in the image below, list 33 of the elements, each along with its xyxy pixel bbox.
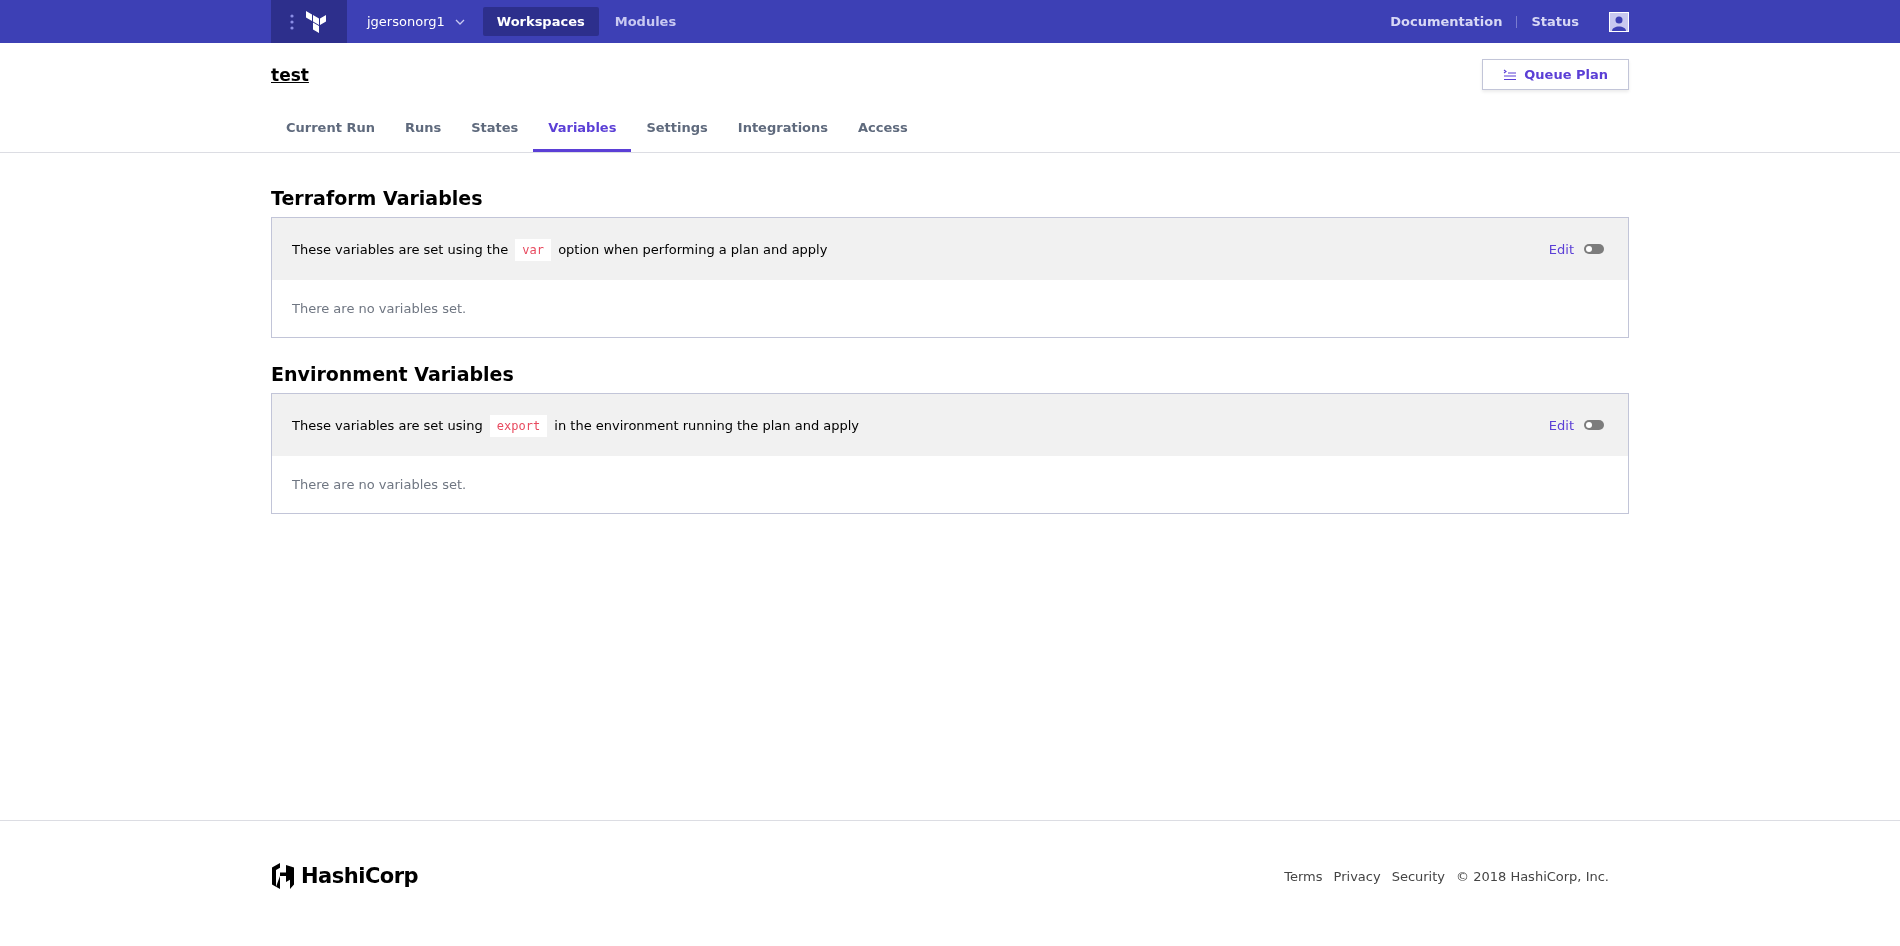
edit-toggle[interactable] <box>1584 244 1604 254</box>
tab[interactable]: Variables <box>533 112 632 152</box>
list-icon <box>1503 68 1518 81</box>
nav-link[interactable]: Status <box>1531 14 1579 29</box>
copyright-text: © 2018 HashiCorp, Inc. <box>1456 868 1609 884</box>
workspace-title[interactable]: test <box>271 64 309 85</box>
edit-link[interactable]: Edit <box>1548 241 1574 257</box>
logo-icon[interactable] <box>306 10 328 33</box>
nav-item[interactable]: Modules <box>600 7 691 36</box>
section-heading: Terraform Variables <box>271 187 484 209</box>
tab[interactable]: Access <box>843 112 923 152</box>
chevron-down-icon <box>454 18 465 25</box>
nav-link[interactable]: Documentation <box>1390 14 1503 29</box>
tab[interactable]: Runs <box>389 112 457 152</box>
user-avatar-icon[interactable] <box>1609 11 1629 32</box>
queue-plan-button[interactable]: Queue Plan <box>1482 59 1629 90</box>
tab[interactable]: Integrations <box>722 112 844 152</box>
brand-name: HashiCorp <box>301 864 419 888</box>
edit-link[interactable]: Edit <box>1548 417 1574 433</box>
edit-toggle[interactable] <box>1584 420 1604 430</box>
organization-dropdown[interactable]: jgersonorg1 <box>367 14 465 29</box>
kebab-menu-icon[interactable] <box>290 13 294 30</box>
tab[interactable]: States <box>456 112 534 152</box>
logo-icon <box>271 863 295 889</box>
empty-message: There are no variables set. <box>291 476 468 494</box>
section-heading: Environment Variables <box>271 363 515 385</box>
footer-link[interactable]: Security <box>1391 868 1446 884</box>
footer-link[interactable]: Terms <box>1284 868 1323 884</box>
tab[interactable]: Current Run <box>271 112 390 152</box>
nav-item[interactable]: Workspaces <box>482 7 599 36</box>
footer-link[interactable]: Privacy <box>1333 868 1381 884</box>
empty-message: There are no variables set. <box>291 300 468 318</box>
tab[interactable]: Settings <box>631 112 723 152</box>
